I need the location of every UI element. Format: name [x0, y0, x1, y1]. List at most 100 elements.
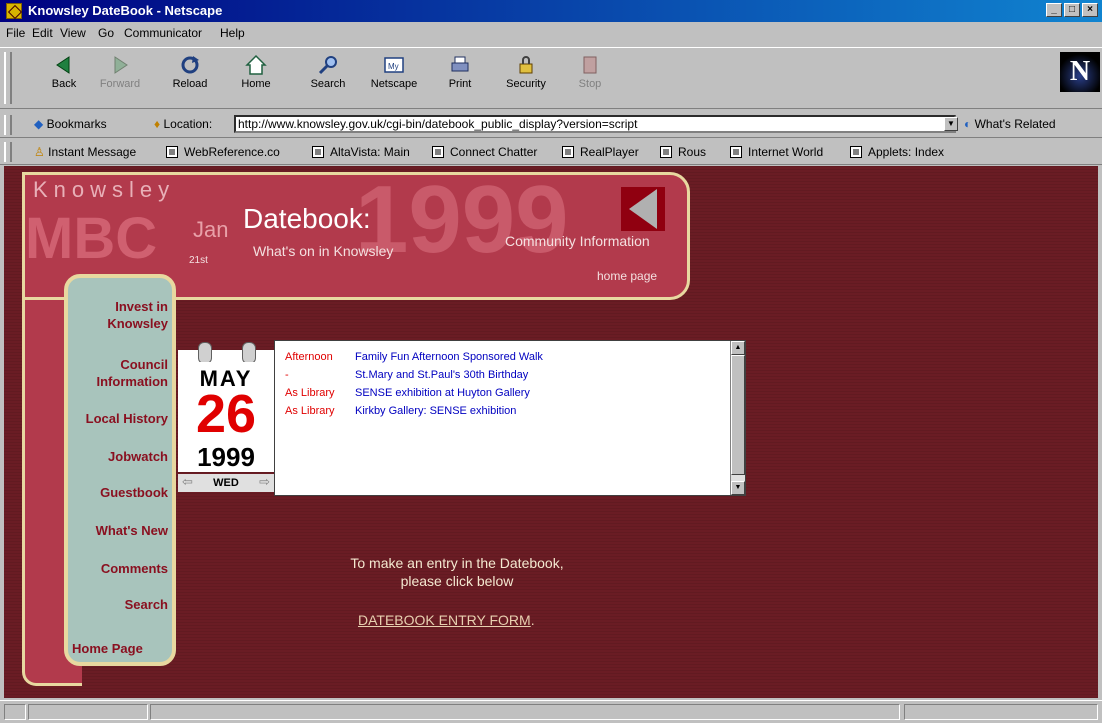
location-bar: ◆ Bookmarks ♦ Location: http://www.knows… — [0, 113, 1102, 138]
search-button[interactable]: Search — [300, 52, 356, 90]
location-grip[interactable] — [4, 115, 12, 135]
maximize-button[interactable]: □ — [1064, 3, 1080, 17]
window-titlebar: Knowsley DateBook - Netscape _ □ × — [0, 0, 1102, 22]
menu-help[interactable]: Help — [220, 26, 245, 40]
bookmark-label: AltaVista: Main — [330, 145, 410, 159]
status-bar — [0, 700, 1102, 723]
personal-grip[interactable] — [4, 142, 12, 162]
banner-mbc: MBC — [25, 206, 158, 271]
stop-label: Stop — [578, 78, 602, 90]
nav-label: Council Information — [96, 357, 169, 389]
window-controls: _ □ × — [1046, 3, 1098, 17]
search-label: Search — [310, 78, 346, 90]
bookmark-connect-chatter[interactable]: Connect Chatter — [432, 145, 537, 159]
location-icon: ♦ — [154, 117, 161, 131]
security-status-icon[interactable] — [4, 704, 26, 720]
status-progress-panel — [28, 704, 148, 720]
bookmark-applets-index[interactable]: Applets: Index — [850, 145, 944, 159]
bookmark-label: Connect Chatter — [450, 145, 538, 159]
event-title[interactable]: SENSE exhibition at Huyton Gallery — [355, 387, 530, 399]
menu-communicator[interactable]: Communicator — [124, 26, 202, 40]
nav-council-information[interactable]: Council Information — [97, 356, 169, 390]
component-bar[interactable] — [904, 704, 1098, 720]
nav-local-history[interactable]: Local History — [86, 410, 168, 427]
bookmark-page-icon — [730, 146, 742, 158]
bookmark-altavista[interactable]: AltaVista: Main — [312, 145, 410, 159]
scroll-thumb[interactable] — [731, 355, 745, 475]
nav-guestbook[interactable]: Guestbook — [100, 484, 168, 501]
event-time: As Library — [285, 405, 335, 417]
back-arrow-icon — [56, 56, 70, 74]
nav-label: Guestbook — [100, 485, 168, 500]
stop-icon — [583, 56, 597, 74]
bookmark-label: RealPlayer — [580, 145, 639, 159]
url-input[interactable]: http://www.knowsley.gov.uk/cgi-bin/dateb… — [234, 115, 956, 133]
print-button[interactable]: Print — [432, 52, 488, 90]
bookmark-internet-world[interactable]: Internet World — [730, 145, 823, 159]
banner-21st: 21st — [189, 255, 208, 266]
print-icon — [451, 56, 469, 72]
event-title[interactable]: Kirkby Gallery: SENSE exhibition — [355, 405, 516, 417]
bookmark-rous[interactable]: Rous — [660, 145, 706, 159]
nav-whats-new[interactable]: What's New — [96, 522, 168, 539]
bookmark-page-icon — [432, 146, 444, 158]
netscape-icon: My — [384, 57, 404, 73]
bookmark-page-icon — [660, 146, 672, 158]
nav-search[interactable]: Search — [125, 596, 168, 613]
scroll-down-icon[interactable]: ▼ — [731, 481, 745, 495]
bookmark-label: Applets: Index — [868, 145, 945, 159]
menu-edit[interactable]: Edit — [32, 26, 53, 40]
netscape-logo-icon[interactable]: N — [1060, 52, 1100, 92]
netscape-button[interactable]: My Netscape — [366, 52, 422, 90]
entry-form-row: DATEBOOK ENTRY FORM. — [358, 612, 535, 628]
bookmark-webreference[interactable]: WebReference.co — [166, 145, 280, 159]
minimize-button[interactable]: _ — [1046, 3, 1062, 17]
back-label: Back — [51, 78, 77, 90]
lock-icon — [519, 56, 533, 74]
event-title[interactable]: St.Mary and St.Paul's 30th Birthday — [355, 369, 528, 381]
calendar-year: 1999 — [197, 442, 255, 472]
back-button[interactable]: Back — [36, 52, 92, 90]
scroll-up-icon[interactable]: ▲ — [731, 341, 745, 355]
whats-related-label: What's Related — [974, 117, 1056, 131]
home-button[interactable]: Home — [228, 52, 284, 90]
banner-home-page-link[interactable]: home page — [597, 269, 657, 283]
calendar-day: 26 — [195, 384, 257, 444]
bookmark-instant-message[interactable]: ♙ Instant Message — [34, 145, 136, 159]
reload-icon — [181, 56, 199, 74]
nav-home-page[interactable]: Home Page — [72, 640, 168, 657]
previous-day-arrow-icon[interactable]: ⇦ — [182, 474, 193, 490]
banner-knowsley: Knowsley — [33, 177, 176, 202]
calendar-ring-icon — [198, 342, 212, 364]
nav-jobwatch[interactable]: Jobwatch — [108, 448, 168, 465]
close-button[interactable]: × — [1082, 3, 1098, 17]
whats-related-button[interactable]: ◐ What's Related — [964, 117, 1056, 131]
event-title[interactable]: Family Fun Afternoon Sponsored Walk — [355, 351, 543, 363]
nav-invest-in-knowsley[interactable]: Invest in Knowsley — [107, 298, 168, 332]
calendar-widget: MAY 26 1999 WED ⇦ ⇨ — [178, 342, 274, 498]
url-dropdown-button[interactable]: ▼ — [944, 117, 958, 131]
nav-comments[interactable]: Comments — [101, 560, 168, 577]
reload-button[interactable]: Reload — [162, 52, 218, 90]
bookmarks-button[interactable]: ◆ Bookmarks — [34, 117, 107, 131]
forward-button[interactable]: Forward — [92, 52, 148, 90]
bookmark-page-icon — [166, 146, 178, 158]
menu-file[interactable]: File — [6, 26, 25, 40]
datebook-entry-form-link[interactable]: DATEBOOK ENTRY FORM — [358, 612, 531, 628]
bookmarks-label: Bookmarks — [46, 117, 107, 131]
toolbar-grip[interactable] — [4, 52, 12, 104]
menu-view[interactable]: View — [60, 26, 86, 40]
menu-go[interactable]: Go — [98, 26, 114, 40]
navigation-toolbar: Back Forward Reload Home Search My Netsc… — [0, 47, 1102, 109]
stop-button[interactable]: Stop — [562, 52, 618, 90]
bookmark-realplayer[interactable]: RealPlayer — [562, 145, 639, 159]
bookmark-page-icon — [562, 146, 574, 158]
window-title: Knowsley DateBook - Netscape — [28, 3, 223, 18]
events-scrollbar[interactable]: ▲ ▼ — [730, 341, 745, 495]
bookmark-icon: ◆ — [34, 117, 44, 131]
next-day-arrow-icon[interactable]: ⇨ — [259, 474, 270, 490]
site-navigation: Invest in Knowsley Council Information L… — [64, 274, 176, 666]
security-button[interactable]: Security — [498, 52, 554, 90]
page-content: 1999 Knowsley MBC Jan 21st Datebook: Wha… — [4, 166, 1098, 698]
forward-arrow-icon — [114, 56, 128, 74]
